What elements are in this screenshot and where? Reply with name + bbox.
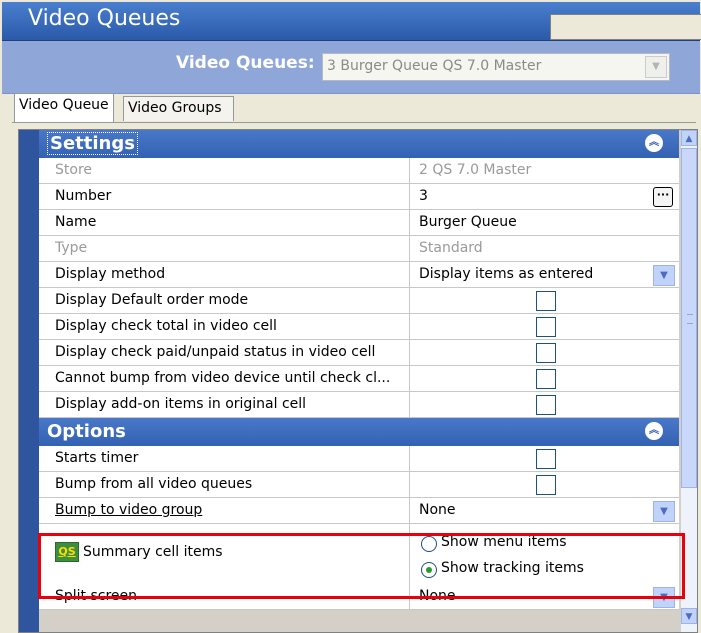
row-value[interactable]: 3	[419, 188, 428, 204]
row-value[interactable]: None	[419, 588, 456, 604]
radio-button-selected[interactable]	[421, 562, 437, 578]
checkbox[interactable]	[536, 343, 556, 363]
chevron-down-icon[interactable]: ▼	[653, 587, 675, 608]
row-label: Split screen	[55, 588, 138, 604]
selector-label: Video Queues:	[176, 53, 315, 73]
row-label: Cannot bump from video device until chec…	[55, 370, 391, 386]
row-bump-all-queues[interactable]: Bump from all video queues	[39, 472, 679, 498]
row-paid-status[interactable]: Display check paid/unpaid status in vide…	[39, 340, 679, 366]
row-label: Summary cell items	[83, 544, 223, 560]
double-chevron-up-icon[interactable]: ︽	[645, 134, 663, 152]
grid-margin	[19, 130, 39, 632]
tab-strip: Video Queue Video Groups	[2, 93, 700, 122]
row-label: Type	[55, 240, 88, 256]
row-cannot-bump[interactable]: Cannot bump from video device until chec…	[39, 366, 679, 392]
row-default-order-mode[interactable]: Display Default order mode	[39, 288, 679, 314]
row-bump-to-video-group[interactable]: Bump to video group None ▼	[39, 498, 679, 524]
video-queue-selector[interactable]: 3 Burger Queue QS 7.0 Master ▼	[322, 53, 670, 81]
row-label: Starts timer	[55, 450, 139, 466]
vertical-scrollbar[interactable]: ▲ ▼	[681, 130, 697, 632]
row-label: Name	[55, 214, 97, 230]
category-options[interactable]: Options ︽	[39, 418, 679, 446]
row-value: Standard	[419, 240, 483, 256]
row-label: Display Default order mode	[55, 292, 249, 308]
checkbox[interactable]	[536, 369, 556, 389]
row-label: Store	[55, 162, 93, 178]
row-label: Display check total in video cell	[55, 318, 277, 334]
row-value[interactable]: Burger Queue	[419, 214, 517, 230]
checkbox[interactable]	[536, 395, 556, 415]
row-display-method[interactable]: Display method Display items as entered …	[39, 262, 679, 288]
double-chevron-up-icon[interactable]: ︽	[645, 422, 663, 440]
row-value[interactable]: Display items as entered	[419, 266, 593, 282]
qs-icon: QS	[55, 542, 79, 562]
selector-bar: Video Queues: 3 Burger Queue QS 7.0 Mast…	[2, 41, 700, 94]
row-store: Store 2 QS 7.0 Master	[39, 158, 679, 184]
row-value: 2 QS 7.0 Master	[419, 162, 532, 178]
category-settings-title: Settings	[47, 132, 138, 155]
row-label: Display method	[55, 266, 166, 282]
chevron-down-icon[interactable]: ▼	[653, 265, 675, 286]
ellipsis-icon[interactable]: ···	[653, 187, 673, 207]
category-settings[interactable]: Settings ︽	[39, 130, 679, 158]
row-summary-cell-items[interactable]: QS Summary cell items Show menu items Sh…	[39, 524, 679, 585]
tab-panel: Settings ︽ Store 2 QS 7.0 Master Number …	[12, 122, 698, 633]
property-grid: Settings ︽ Store 2 QS 7.0 Master Number …	[18, 129, 698, 633]
row-value[interactable]: None	[419, 502, 456, 518]
category-options-title: Options	[47, 421, 126, 442]
grip-icon	[687, 314, 693, 324]
radio-label[interactable]: Show tracking items	[441, 560, 584, 576]
tab-video-groups[interactable]: Video Groups	[123, 96, 234, 121]
row-label: Display add-on items in original cell	[55, 396, 307, 412]
row-addon-items[interactable]: Display add-on items in original cell	[39, 392, 679, 418]
selector-value: 3 Burger Queue QS 7.0 Master	[327, 58, 542, 74]
row-split-screen[interactable]: Split screen None ▼	[39, 584, 679, 610]
row-label: Number	[55, 188, 112, 204]
checkbox[interactable]	[536, 449, 556, 469]
row-check-total[interactable]: Display check total in video cell	[39, 314, 679, 340]
scrollbar-thumb[interactable]	[681, 148, 697, 488]
checkbox[interactable]	[536, 291, 556, 311]
window-title: Video Queues	[28, 6, 181, 31]
radio-label[interactable]: Show menu items	[441, 534, 567, 550]
scroll-up-icon[interactable]: ▲	[681, 130, 697, 146]
checkbox[interactable]	[536, 475, 556, 495]
row-number[interactable]: Number 3 ···	[39, 184, 679, 210]
row-name[interactable]: Name Burger Queue	[39, 210, 679, 236]
tab-video-queue[interactable]: Video Queue	[14, 93, 114, 122]
row-starts-timer[interactable]: Starts timer	[39, 446, 679, 472]
window-title-bar: Video Queues	[2, 2, 701, 41]
title-bar-box	[550, 14, 701, 40]
chevron-down-icon[interactable]: ▼	[653, 501, 675, 522]
chevron-down-icon[interactable]: ▼	[645, 56, 667, 78]
property-rows: Settings ︽ Store 2 QS 7.0 Master Number …	[39, 130, 679, 632]
row-label: Bump to video group	[55, 502, 203, 518]
radio-button[interactable]	[421, 536, 437, 552]
checkbox[interactable]	[536, 317, 556, 337]
row-label: Display check paid/unpaid status in vide…	[55, 344, 376, 360]
scroll-down-icon[interactable]: ▼	[681, 608, 697, 624]
row-type: Type Standard	[39, 236, 679, 262]
row-label: Bump from all video queues	[55, 476, 253, 492]
